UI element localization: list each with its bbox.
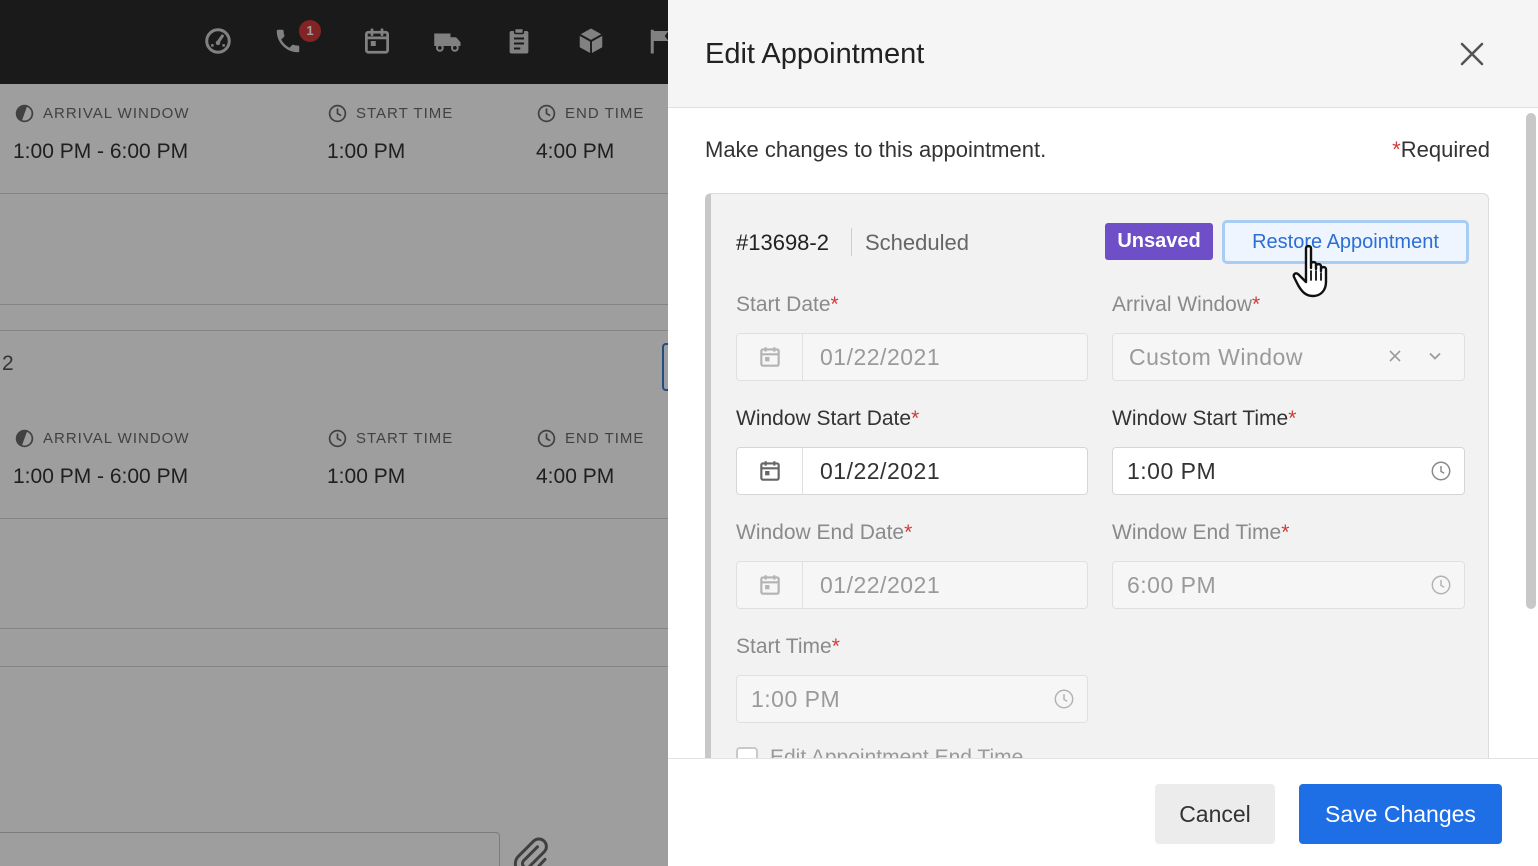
start-date-label: Start Date* [736,293,839,316]
restore-appointment-button[interactable]: Restore Appointment [1222,220,1469,264]
clock-icon[interactable] [1053,688,1075,710]
window-start-time-value: 1:00 PM [1127,458,1217,484]
start-time-value: 1:00 PM [751,686,841,712]
save-changes-button[interactable]: Save Changes [1299,784,1502,844]
clear-icon[interactable] [1386,347,1404,365]
edit-end-time-label: Edit Appointment End Time [770,746,1024,758]
clock-icon[interactable] [1430,460,1452,482]
arrival-window-value: Custom Window [1129,344,1303,370]
modal-body: Make changes to this appointment. *Requi… [668,109,1538,758]
clock-icon[interactable] [1430,574,1452,596]
arrival-window-select[interactable]: Custom Window [1112,333,1465,381]
window-end-date-label: Window End Date* [736,521,913,544]
edit-end-time-checkbox[interactable] [736,747,758,758]
start-time-field[interactable]: 1:00 PM [736,675,1088,723]
modal-header: Edit Appointment [668,0,1538,108]
appointment-id: #13698-2 [736,230,829,255]
calendar-icon[interactable] [737,334,803,380]
close-icon [1460,42,1484,66]
window-start-date-label: Window Start Date* [736,407,920,430]
modal-footer: Cancel Save Changes [668,758,1538,866]
window-end-date-field[interactable]: 01/22/2021 [736,561,1088,609]
close-button[interactable] [1456,36,1488,72]
window-end-time-value: 6:00 PM [1127,572,1217,598]
background-app: 1 ARRIVAL WINDOW 1:00 PM - 6:00 PM START… [0,0,668,866]
edit-appointment-modal: Edit Appointment Make changes to this ap… [668,0,1538,866]
modal-title: Edit Appointment [705,38,925,70]
window-start-time-label: Window Start Time* [1112,407,1297,430]
scrollbar[interactable] [1526,113,1536,609]
required-legend: *Required [1392,137,1490,162]
start-date-value: 01/22/2021 [820,344,941,370]
appointment-card: #13698-2 Scheduled Unsaved Restore Appoi… [705,193,1489,758]
window-end-time-field[interactable]: 6:00 PM [1112,561,1465,609]
divider [851,228,852,256]
window-start-date-field[interactable]: 01/22/2021 [736,447,1088,495]
edit-end-time-row: Edit Appointment End Time [736,746,1023,758]
modal-intro-text: Make changes to this appointment. [705,137,1047,162]
calendar-icon[interactable] [737,562,803,608]
modal-backdrop[interactable] [0,0,668,866]
unsaved-badge: Unsaved [1105,223,1213,260]
cancel-button[interactable]: Cancel [1155,784,1275,844]
window-start-time-field[interactable]: 1:00 PM [1112,447,1465,495]
start-date-field[interactable]: 01/22/2021 [736,333,1088,381]
arrival-window-label: Arrival Window* [1112,293,1261,316]
start-time-label: Start Time* [736,635,840,658]
chevron-down-icon[interactable] [1426,347,1444,365]
calendar-icon[interactable] [737,448,803,494]
window-end-time-label: Window End Time* [1112,521,1290,544]
window-end-date-value: 01/22/2021 [820,572,941,598]
window-start-date-value: 01/22/2021 [820,458,941,484]
appointment-status: Scheduled [865,230,969,255]
